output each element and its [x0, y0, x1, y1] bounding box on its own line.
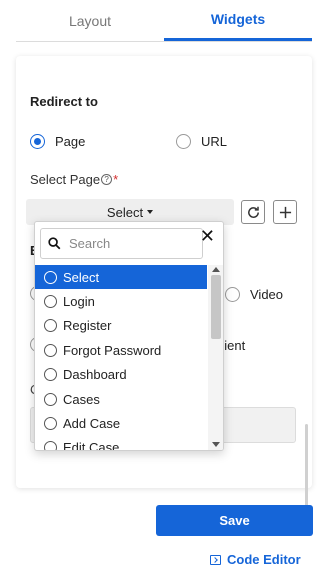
radio-video-label: Video [250, 287, 284, 302]
refresh-icon [247, 206, 259, 218]
radio-page[interactable]: Page [30, 134, 85, 149]
code-editor-link[interactable]: Code Editor [210, 552, 301, 567]
option-label: Forgot Password [63, 342, 162, 358]
help-icon[interactable]: ? [101, 174, 113, 185]
required-marker: * [113, 172, 119, 187]
radio-option-indicator [44, 270, 57, 284]
caret-down-icon [147, 210, 154, 214]
select-page-value: Select [106, 204, 144, 220]
scroll-up-arrow-icon[interactable] [212, 267, 220, 272]
list-item[interactable]: Select [35, 265, 207, 290]
list-item[interactable]: Register [35, 314, 207, 338]
page-option-list: Select Login Register Forgot Password Da… [35, 265, 207, 451]
option-label: Edit Case [63, 440, 120, 451]
plus-icon [279, 206, 291, 218]
radio-option-indicator [44, 295, 57, 309]
list-item[interactable]: Dashboard [35, 363, 207, 387]
radio-option-indicator [44, 417, 57, 431]
tab-layout[interactable]: Layout [16, 0, 164, 41]
radio-video-indicator[interactable] [225, 287, 240, 302]
option-label: Register [63, 318, 112, 334]
search-icon [48, 237, 61, 250]
redirect-section-title: Redirect to [30, 94, 98, 109]
list-item[interactable]: Edit Case [35, 436, 207, 451]
add-page-button[interactable] [273, 200, 297, 224]
radio-option-indicator [44, 343, 57, 357]
close-icon[interactable]: ✕ [200, 226, 215, 247]
search-input[interactable] [69, 236, 169, 251]
scrollbar-thumb[interactable] [211, 275, 221, 339]
radio-url-label: URL [201, 134, 228, 149]
list-item[interactable]: Add Case [35, 411, 207, 435]
refresh-button[interactable] [241, 200, 265, 224]
code-editor-icon [210, 554, 221, 565]
option-label: Cases [63, 391, 100, 407]
radio-page-indicator[interactable] [30, 134, 45, 149]
code-editor-label: Code Editor [227, 552, 301, 567]
search-box [40, 228, 203, 259]
option-label: Login [63, 294, 95, 310]
option-label: Add Case [63, 416, 121, 432]
list-item[interactable]: Login [35, 289, 207, 313]
list-item[interactable]: Cases [35, 387, 207, 411]
save-button[interactable]: Save [156, 505, 313, 536]
select-page-label-text: Select Page [30, 172, 101, 187]
radio-page-label: Page [55, 134, 86, 149]
select-page-label: Select Page ? * [30, 172, 118, 187]
radio-option-indicator [44, 392, 57, 406]
radio-url-indicator[interactable] [176, 134, 191, 149]
radio-option-indicator [44, 319, 57, 333]
scroll-down-arrow-icon[interactable] [212, 442, 220, 447]
option-label: Select [63, 269, 100, 285]
page-select-menu: ✕ Select Login Register Forgot Password … [34, 221, 224, 451]
dropdown-scrollbar[interactable] [208, 265, 223, 450]
tab-bar: Layout Widgets [16, 0, 312, 42]
list-item[interactable]: Forgot Password [35, 338, 207, 362]
radio-url[interactable]: URL [176, 134, 227, 149]
option-label: Dashboard [63, 367, 127, 383]
radio-video[interactable]: Video [225, 287, 283, 302]
radio-option-indicator [44, 441, 57, 450]
tab-widgets[interactable]: Widgets [164, 0, 312, 41]
radio-option-indicator [44, 368, 57, 382]
